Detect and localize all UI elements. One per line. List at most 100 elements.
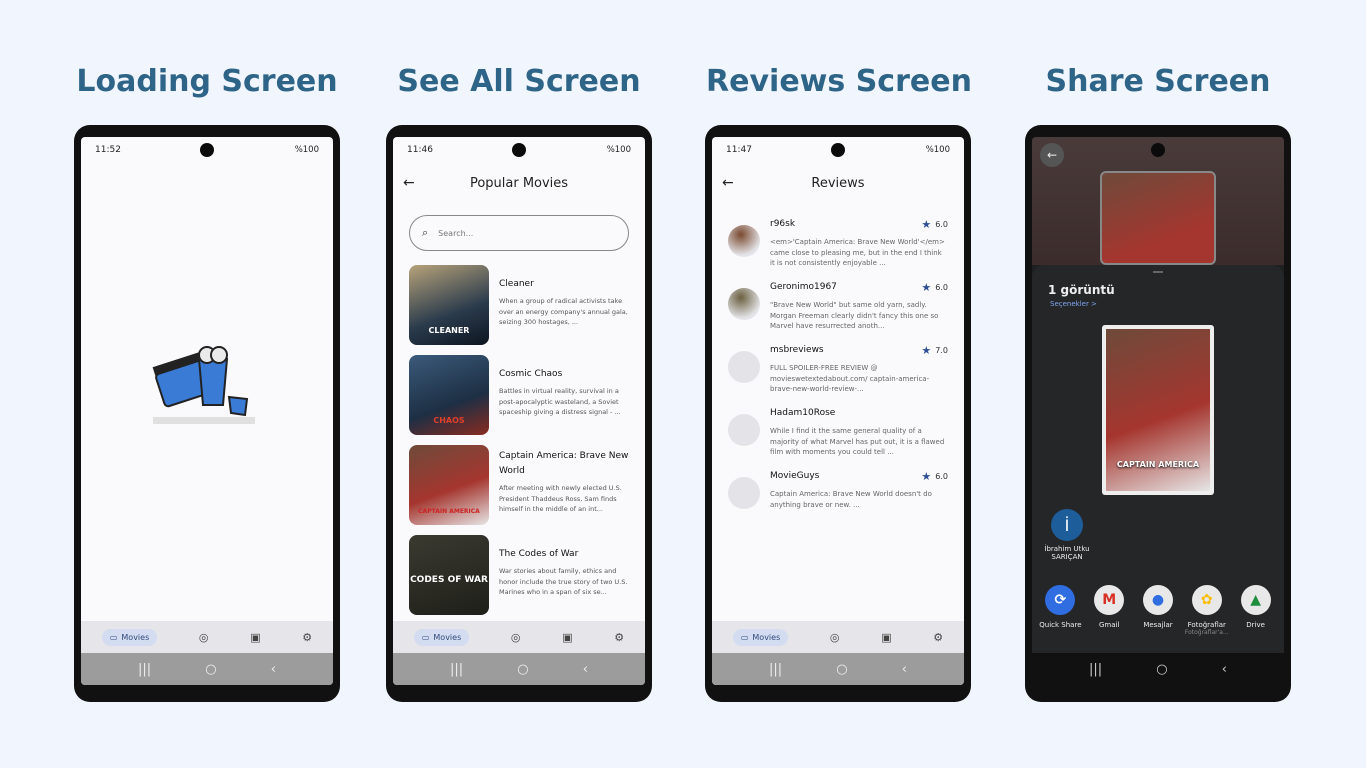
page-title: Popular Movies: [469, 175, 569, 191]
status-battery: %100: [925, 145, 950, 155]
share-screen: ← 1 görüntü Seçenekler > CAPTAIN AMERICA…: [1032, 137, 1284, 685]
nav-bookmark-icon[interactable]: ▣: [562, 631, 572, 644]
system-nav: ||| ○ ‹: [393, 653, 645, 685]
top-app-bar: ← Popular Movies: [393, 163, 645, 203]
contact-name: İbrahim Utku SARIÇAN: [1044, 545, 1090, 561]
nav-movies[interactable]: ▭ Movies: [413, 628, 470, 646]
share-contact[interactable]: İ İbrahim Utku SARIÇAN: [1042, 509, 1092, 561]
review-item[interactable]: msbreviews ★ 7.0 FULL SPOILER-FREE REVIEW @…: [712, 343, 964, 397]
nav-search-icon[interactable]: ◎: [830, 631, 840, 644]
camera-cutout: [200, 143, 214, 157]
system-nav: ||| ○ ‹: [1032, 653, 1284, 685]
review-author: Hadam10Rose: [770, 408, 836, 418]
status-time: 11:46: [407, 145, 433, 155]
title-reviews: Reviews Screen: [706, 64, 972, 99]
system-nav: ||| ○ ‹: [81, 653, 333, 685]
bottom-nav: ▭ Movies ◎ ▣ ⚙: [81, 621, 333, 653]
recents-icon[interactable]: |||: [769, 662, 782, 677]
review-author: Geronimo1967: [770, 282, 837, 292]
movie-item[interactable]: CLEANER Cleaner When a group of radical a…: [409, 265, 629, 345]
nav-bookmark-icon[interactable]: ▣: [250, 631, 260, 644]
bottom-nav: ▭ Movies ◎ ▣ ⚙: [393, 621, 645, 653]
app-quick-share[interactable]: ⟳ Quick Share: [1036, 585, 1084, 636]
star-icon: ★: [921, 280, 932, 294]
nav-movies[interactable]: ▭ Movies: [732, 628, 789, 646]
back-icon[interactable]: ‹: [1222, 662, 1227, 677]
status-battery: %100: [606, 145, 631, 155]
recents-icon[interactable]: |||: [138, 662, 151, 677]
home-icon[interactable]: ○: [836, 662, 847, 677]
contact-avatar: İ: [1051, 509, 1083, 541]
search-input[interactable]: ⌕ Search...: [409, 215, 629, 251]
photos-icon: ✿: [1191, 585, 1222, 615]
clapper-icon: ▭: [109, 632, 118, 642]
home-icon[interactable]: ○: [205, 662, 216, 677]
avatar: [728, 351, 760, 383]
nav-settings-icon[interactable]: ⚙: [302, 631, 312, 644]
star-icon: ★: [921, 217, 932, 231]
avatar: [728, 225, 760, 257]
nav-settings-icon[interactable]: ⚙: [933, 631, 943, 644]
search-placeholder: Search...: [438, 228, 474, 238]
movie-poster: CAPTAIN AMERICA: [409, 445, 489, 525]
review-rating: ★ 6.0: [921, 469, 948, 483]
movie-desc: War stories about family, ethics and hon…: [499, 567, 628, 596]
movie-item[interactable]: CODES OF WAR The Codes of War War stories…: [409, 535, 629, 615]
share-preview: CAPTAIN AMERICA: [1102, 325, 1214, 495]
loading-illustration-icon: [152, 346, 255, 424]
nav-movies[interactable]: ▭ Movies: [101, 628, 158, 646]
movie-desc: When a group of radical activists take o…: [499, 297, 628, 326]
status-battery: %100: [294, 145, 319, 155]
share-apps: ⟳ Quick Share M Gmail ● Mesajlar ✿ Fotoğrafl…: [1032, 585, 1284, 636]
app-messages[interactable]: ● Mesajlar: [1134, 585, 1182, 636]
review-item[interactable]: MovieGuys ★ 6.0 Captain America: Brave New …: [712, 469, 964, 523]
bottom-nav: ▭ Movies ◎ ▣ ⚙: [712, 621, 964, 653]
back-icon[interactable]: ‹: [271, 662, 276, 677]
movie-item[interactable]: CHAOS Cosmic Chaos Battles in virtual rea…: [409, 355, 629, 435]
title-seeall: See All Screen: [397, 64, 641, 99]
movie-title: Cosmic Chaos: [499, 369, 563, 379]
star-icon: ★: [921, 469, 932, 483]
drive-icon: ▲: [1240, 585, 1271, 615]
avatar: [728, 477, 760, 509]
home-icon[interactable]: ○: [517, 662, 528, 677]
review-item[interactable]: r96sk ★ 6.0 <em>'Captain America: Brave New…: [712, 217, 964, 271]
phone-reviews: 11:47 %100 ← Reviews r96sk ★ 6.0 <em>'Capta…: [705, 125, 971, 702]
movie-poster: CODES OF WAR: [409, 535, 489, 615]
nav-search-icon[interactable]: ◎: [199, 631, 209, 644]
title-loading: Loading Screen: [76, 64, 338, 99]
app-gmail[interactable]: M Gmail: [1085, 585, 1133, 636]
gmail-icon: M: [1094, 585, 1125, 615]
review-text: FULL SPOILER-FREE REVIEW @ movieswetexte…: [770, 364, 930, 393]
review-rating: ★ 6.0: [921, 217, 948, 231]
sheet-handle[interactable]: [1153, 271, 1163, 273]
phone-loading: 11:52 %100 ▭ Movies ◎ ▣ ⚙ ||| ○ ‹: [74, 125, 340, 702]
nav-settings-icon[interactable]: ⚙: [614, 631, 624, 644]
sheet-title: 1 görüntü: [1048, 283, 1115, 297]
movie-desc: After meeting with newly elected U.S. Pr…: [499, 484, 622, 513]
home-icon[interactable]: ○: [1156, 662, 1167, 677]
options-link[interactable]: Seçenekler >: [1032, 300, 1284, 308]
movie-poster: CLEANER: [409, 265, 489, 345]
clapper-icon: ▭: [421, 632, 430, 642]
review-item[interactable]: Hadam10Rose While I find it the same gene…: [712, 406, 964, 460]
status-time: 11:52: [95, 145, 121, 155]
title-share: Share Screen: [1045, 64, 1271, 99]
nav-search-icon[interactable]: ◎: [511, 631, 521, 644]
camera-cutout: [1151, 143, 1165, 157]
review-item[interactable]: Geronimo1967 ★ 6.0 "Brave New World" but sa…: [712, 280, 964, 334]
app-drive[interactable]: ▲ Drive: [1232, 585, 1280, 636]
recents-icon[interactable]: |||: [450, 662, 463, 677]
movie-item[interactable]: CAPTAIN AMERICA Captain America: Brave N…: [409, 445, 629, 525]
movie-desc: Battles in virtual reality, survival in …: [499, 387, 621, 416]
app-photos[interactable]: ✿ Fotoğraflar Fotoğraflar'a...: [1183, 585, 1231, 636]
nav-bookmark-icon[interactable]: ▣: [881, 631, 891, 644]
phone-share: ← 1 görüntü Seçenekler > CAPTAIN AMERICA…: [1025, 125, 1291, 702]
back-icon[interactable]: ‹: [902, 662, 907, 677]
background-poster: [1100, 171, 1216, 265]
recents-icon[interactable]: |||: [1089, 662, 1102, 677]
back-icon[interactable]: ‹: [583, 662, 588, 677]
clapper-icon: ▭: [740, 632, 749, 642]
avatar: [728, 288, 760, 320]
arrow-back-icon[interactable]: ←: [1040, 143, 1064, 167]
